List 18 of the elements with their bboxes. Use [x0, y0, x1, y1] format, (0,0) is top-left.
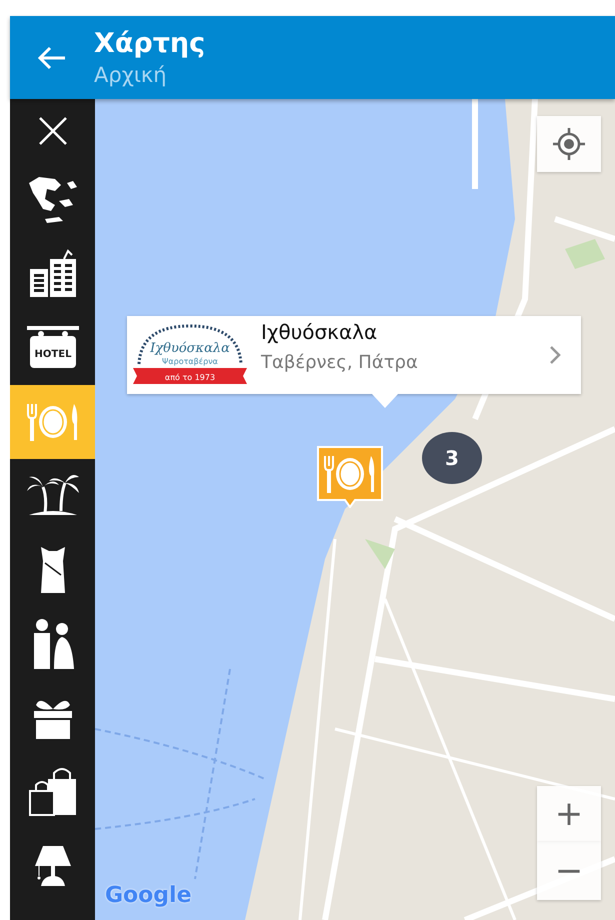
- place-category: Ταβέρνες, Πάτρα: [261, 352, 419, 373]
- chevron-right-icon: [549, 345, 561, 365]
- restaurant-logo: Ιχθυόσκαλα Ψαροταβέρνα από το 1973: [131, 320, 249, 390]
- screen-title: Χάρτης: [94, 26, 206, 60]
- locate-icon: [552, 127, 586, 161]
- zoom-in-button[interactable]: +: [537, 786, 601, 842]
- place-name: Ιχθυόσκαλα: [261, 320, 378, 344]
- zoom-out-button[interactable]: −: [537, 842, 601, 900]
- category-item[interactable]: HOTEL: [10, 311, 95, 385]
- popup-pointer: [372, 394, 398, 408]
- screen-subtitle: Αρχική: [94, 62, 168, 88]
- shopping-bags-icon: [28, 767, 78, 817]
- back-arrow-icon: [37, 46, 67, 70]
- close-icon: [38, 116, 68, 146]
- my-location-button[interactable]: [537, 116, 601, 172]
- restaurant-marker-icon[interactable]: [317, 446, 383, 508]
- buildings-icon: [28, 249, 78, 299]
- map-attribution: Google: [105, 883, 192, 908]
